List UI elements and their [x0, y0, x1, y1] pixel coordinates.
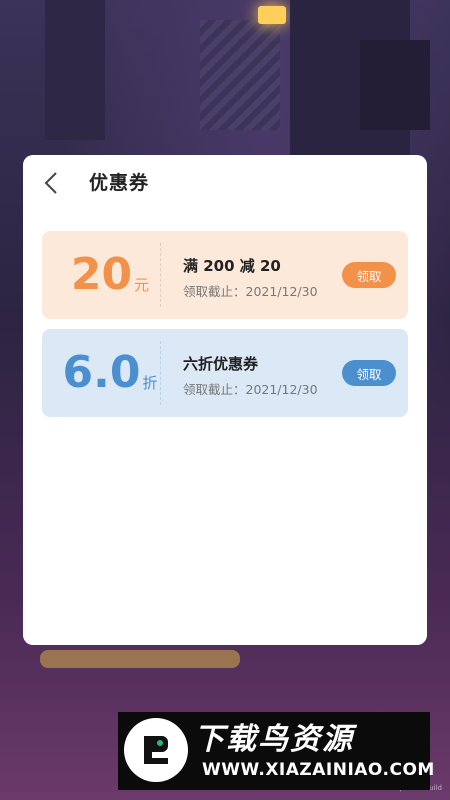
claim-button[interactable]: 领取	[342, 360, 396, 386]
coupon-description: 六折优惠券	[183, 355, 259, 373]
watermark-url: WWW.XIAZAINIAO.COM	[202, 760, 435, 780]
back-button[interactable]	[39, 169, 63, 197]
coupon-value: 6.0 折	[62, 329, 158, 417]
coupon-expiry: 领取截止：2021/12/30	[183, 382, 318, 397]
background-tower	[360, 40, 430, 130]
background-stairs	[200, 20, 280, 130]
coupon-card: 20 元 满 200 减 20 领取截止：2021/12/30 领取	[42, 231, 408, 319]
coupon-amount: 6.0	[62, 347, 141, 398]
coupon-expiry: 领取截止：2021/12/30	[183, 284, 318, 299]
chevron-left-icon	[44, 172, 57, 194]
background-tower	[45, 0, 105, 140]
coupon-unit: 元	[134, 275, 150, 294]
background-lantern	[258, 6, 286, 24]
background-path	[40, 650, 240, 668]
coupon-unit: 折	[142, 373, 158, 392]
coupon-value: 20 元	[62, 231, 158, 319]
coupon-amount: 20	[70, 249, 133, 300]
coupon-card: 6.0 折 六折优惠券 领取截止：2021/12/30 领取	[42, 329, 408, 417]
watermark-title: 下载鸟资源	[194, 722, 354, 757]
coupon-dialog: 优惠券 20 元 满 200 减 20 领取截止：2021/12/30 领取 6…	[23, 155, 427, 645]
coupon-divider	[160, 341, 161, 405]
coupon-description: 满 200 减 20	[183, 257, 281, 275]
dialog-title: 优惠券	[89, 172, 150, 194]
watermark-banner: 下载鸟资源 WWW.XIAZAINIAO.COM	[118, 712, 434, 790]
bird-logo-icon	[124, 718, 188, 782]
claim-button[interactable]: 领取	[342, 262, 396, 288]
coupon-divider	[160, 243, 161, 307]
